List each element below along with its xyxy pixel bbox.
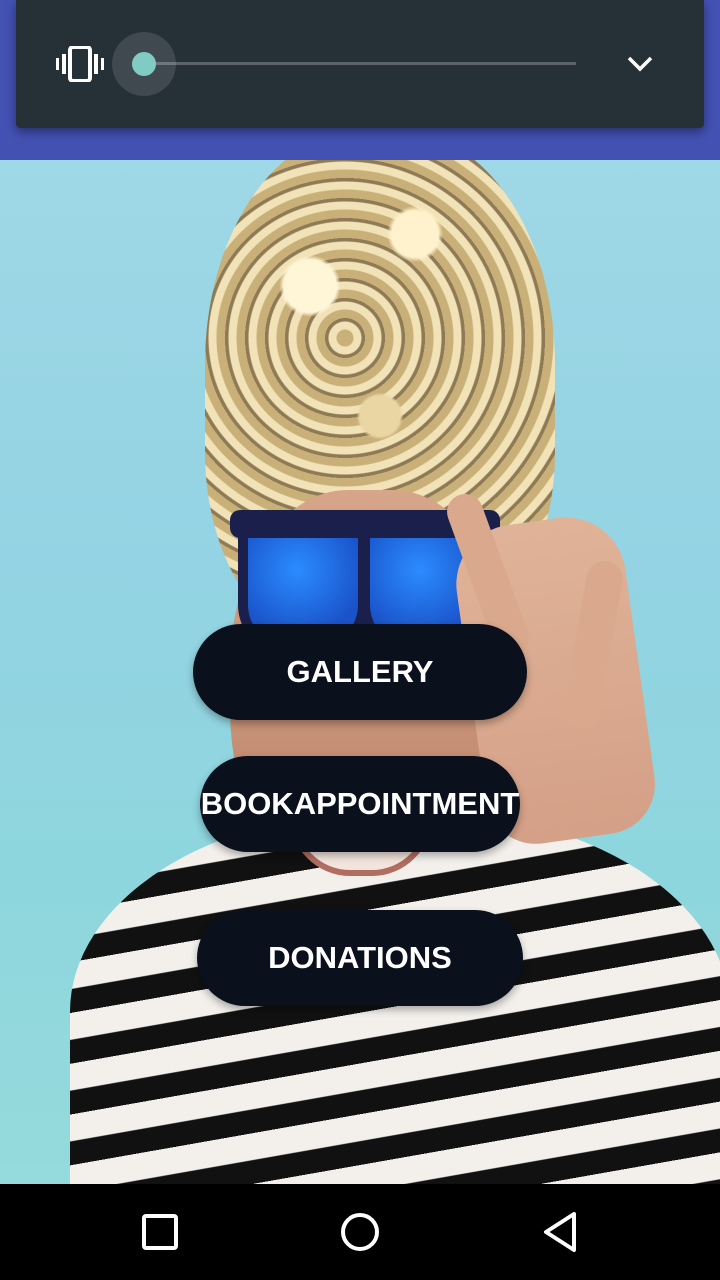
system-nav-bar — [0, 1184, 720, 1280]
home-icon[interactable] — [334, 1206, 386, 1258]
recents-icon[interactable] — [134, 1206, 186, 1258]
chevron-down-icon[interactable] — [626, 52, 654, 76]
back-icon[interactable] — [534, 1206, 586, 1258]
volume-slider-track[interactable] — [144, 62, 576, 65]
volume-panel — [16, 0, 704, 128]
donations-button[interactable]: DONATIONS — [197, 910, 523, 1006]
gallery-button[interactable]: GALLERY — [193, 624, 527, 720]
book-appointment-button[interactable]: BOOKAPPOINTMENT — [200, 756, 520, 852]
volume-slider-thumb[interactable] — [132, 52, 156, 76]
vibrate-icon[interactable] — [56, 45, 108, 83]
